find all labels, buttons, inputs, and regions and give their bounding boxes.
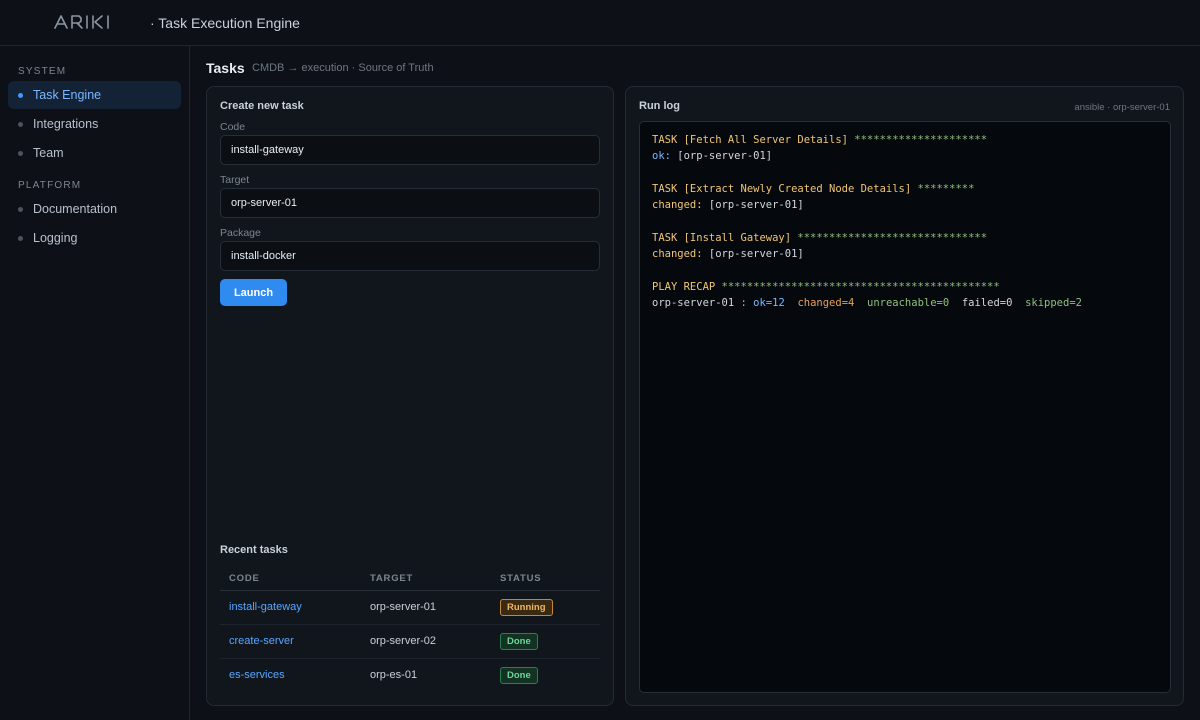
log-line: orp-server-01 : ok=12 changed=4 unreacha…	[652, 296, 1082, 309]
log-line: TASK [Install Gateway] *****************…	[652, 231, 988, 244]
top-bar: · Task Execution Engine	[0, 0, 1200, 46]
sidebar-item-integrations[interactable]: Integrations	[8, 110, 181, 138]
log-line: PLAY RECAP *****************************…	[652, 280, 1000, 293]
sidebar-item-label: Integrations	[33, 117, 99, 131]
status-badge: Done	[500, 633, 538, 650]
task-code-link[interactable]: create-server	[229, 635, 294, 647]
sidebar-section-platform: PLATFORM	[18, 180, 82, 191]
sidebar-item-task-engine[interactable]: Task Engine	[8, 81, 181, 109]
sidebar-item-label: Task Engine	[33, 88, 102, 102]
bullet-icon	[18, 206, 23, 212]
log-line: changed: [orp-server-01]	[652, 199, 804, 212]
column-header-code: CODE	[229, 573, 260, 584]
bullet-icon	[18, 150, 23, 156]
create-task-panel: Create new task Code Target Package Laun…	[206, 86, 614, 706]
ariki-logo	[54, 15, 109, 29]
table-row[interactable]: install-gateway orp-server-01 Running	[220, 591, 600, 625]
task-target: orp-es-01	[370, 669, 418, 681]
sidebar-section-system: SYSTEM	[18, 66, 67, 77]
sidebar-item-label: Logging	[33, 231, 78, 245]
task-code-link[interactable]: install-gateway	[229, 601, 302, 613]
app-title: · Task Execution Engine	[150, 15, 300, 31]
launch-button[interactable]: Launch	[220, 279, 287, 306]
sidebar-item-team[interactable]: Team	[8, 139, 181, 167]
breadcrumb: CMDB → execution · Source of Truth	[252, 62, 434, 74]
task-target: orp-server-02	[370, 635, 437, 647]
table-header: CODE TARGET STATUS	[220, 567, 600, 591]
sidebar-item-logging[interactable]: Logging	[8, 224, 181, 252]
log-line: TASK [Extract Newly Created Node Details…	[652, 182, 975, 195]
target-field-label: Target	[220, 174, 250, 186]
bullet-icon	[18, 121, 23, 127]
bullet-icon	[18, 235, 23, 241]
table-row[interactable]: create-server orp-server-02 Done	[220, 625, 600, 659]
page-title: Tasks	[206, 60, 245, 76]
log-line: changed: [orp-server-01]	[652, 248, 804, 261]
run-log-title: Run log	[639, 100, 680, 112]
column-header-status: STATUS	[500, 573, 542, 584]
bullet-icon	[18, 92, 23, 98]
target-field[interactable]	[220, 188, 600, 218]
recent-tasks-title: Recent tasks	[220, 544, 288, 556]
column-header-target: TARGET	[370, 573, 414, 584]
sidebar: SYSTEM Task Engine Integrations Team PLA…	[0, 46, 190, 720]
run-log-panel: Run log ansible · orp-server-01 TASK [Fe…	[625, 86, 1184, 706]
code-field-label: Code	[220, 121, 246, 133]
run-log-meta: ansible · orp-server-01	[1074, 102, 1170, 113]
sidebar-item-label: Documentation	[33, 202, 118, 216]
sidebar-item-label: Team	[33, 146, 64, 160]
task-code-link[interactable]: es-services	[229, 669, 285, 681]
status-badge: Done	[500, 667, 538, 684]
create-task-title: Create new task	[220, 100, 304, 112]
code-field[interactable]	[220, 135, 600, 165]
log-line: TASK [Fetch All Server Details] ********…	[652, 134, 988, 146]
log-output[interactable]: TASK [Fetch All Server Details] ********…	[639, 121, 1171, 693]
package-field[interactable]	[220, 241, 600, 271]
package-field-label: Package	[220, 227, 261, 239]
task-target: orp-server-01	[370, 601, 437, 613]
table-row[interactable]: es-services orp-es-01 Done	[220, 659, 600, 693]
status-badge: Running	[500, 599, 553, 616]
sidebar-item-documentation[interactable]: Documentation	[8, 195, 181, 223]
log-line: ok: [orp-server-01]	[652, 150, 773, 163]
